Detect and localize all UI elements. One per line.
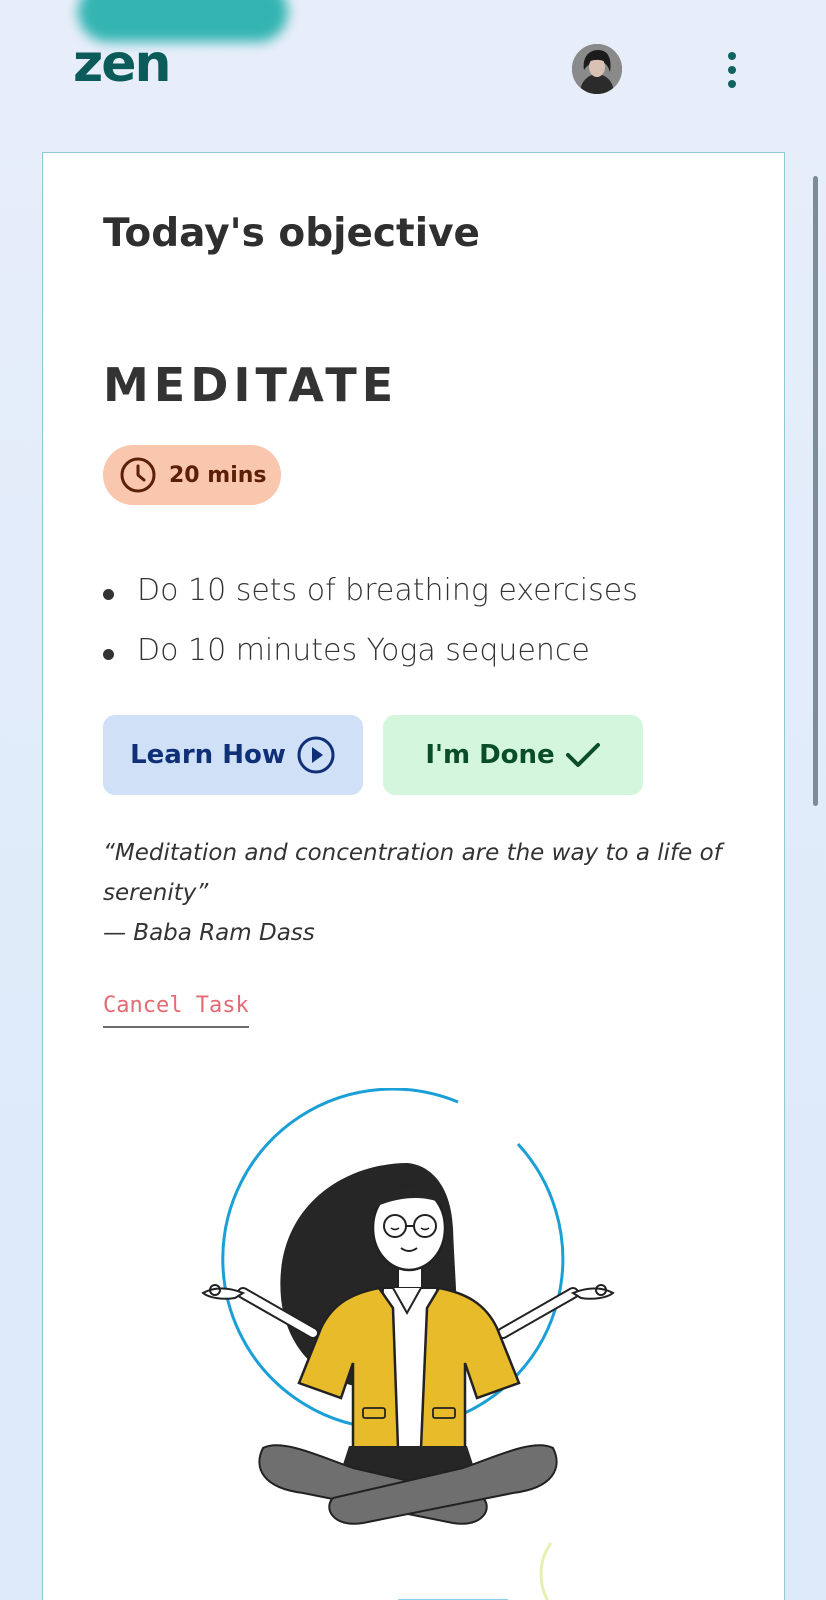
user-avatar[interactable] [572, 44, 622, 94]
scrollbar-thumb[interactable] [813, 176, 818, 806]
duration-badge: 20 mins [103, 445, 281, 505]
quote: “Meditation and concentration are the wa… [103, 833, 723, 953]
step-list: Do 10 sets of breathing exercises Do 10 … [103, 561, 638, 681]
task-title: MEDITATE [103, 358, 399, 412]
app-logo[interactable]: zen [73, 34, 172, 94]
quote-author: — Baba Ram Dass [103, 920, 315, 946]
learn-how-button[interactable]: Learn How [103, 715, 363, 795]
list-item: Do 10 minutes Yoga sequence [103, 621, 638, 681]
learn-how-label: Learn How [130, 740, 286, 770]
im-done-button[interactable]: I'm Done [383, 715, 643, 795]
cancel-task-link[interactable]: Cancel Task [103, 993, 249, 1028]
im-done-label: I'm Done [425, 740, 555, 770]
play-circle-icon [297, 736, 335, 774]
objective-card: Today's objective MEDITATE 20 mins Do 10… [42, 152, 785, 1600]
card-heading: Today's objective [103, 211, 480, 256]
checkmark-icon [565, 743, 600, 767]
clock-icon [120, 457, 156, 493]
duration-label: 20 mins [169, 462, 267, 488]
list-item: Do 10 sets of breathing exercises [103, 561, 638, 621]
kebab-menu-icon[interactable] [716, 50, 748, 90]
quote-text: “Meditation and concentration are the wa… [103, 840, 722, 906]
meditation-illustration [201, 1088, 615, 1600]
